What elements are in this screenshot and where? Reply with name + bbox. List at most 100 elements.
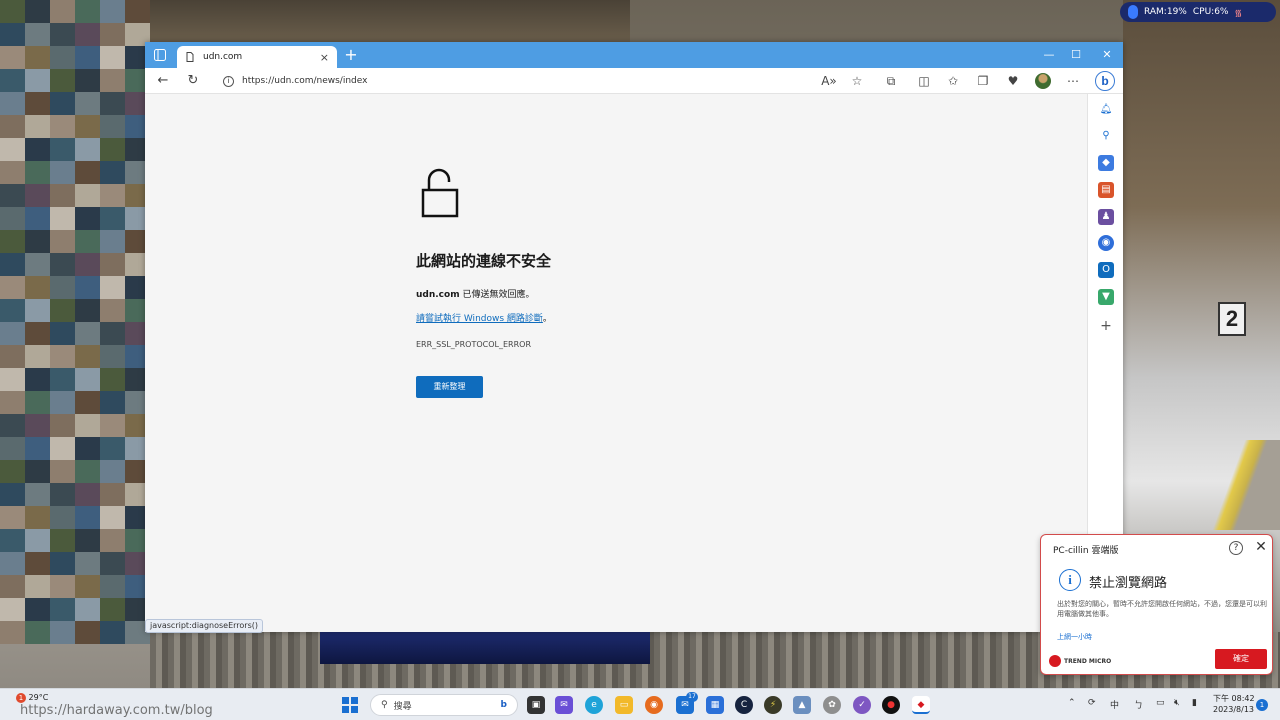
mosaic-tile [75,506,100,529]
microsoft-365-icon[interactable]: ◉ [1098,235,1114,251]
taskbar-clock[interactable]: 下午 08:42 2023/8/13 [1213,693,1255,715]
help-icon[interactable]: ? [1229,541,1243,555]
reload-button[interactable]: 重新整理 [416,376,483,398]
system-monitor-widget[interactable]: RAM:19% CPU:6% ᯾ [1120,2,1276,22]
tab-title: udn.com [203,52,243,62]
mosaic-tile [25,138,50,161]
mosaic-tile [0,276,25,299]
edge-taskbar-icon[interactable]: e [585,696,603,714]
site-info-icon[interactable]: i [223,75,234,87]
tab-close-icon[interactable]: × [320,51,329,64]
mosaic-tile [50,529,75,552]
mosaic-tile [0,0,25,23]
battery-icon[interactable]: ▮ [1192,698,1197,708]
volume-muted-icon[interactable]: 🔇︎ [1174,698,1180,708]
temperature: 29°C [28,693,49,702]
tab-actions-button[interactable] [151,47,169,63]
maximize-button[interactable]: ☐ [1065,46,1087,64]
new-tab-button[interactable]: + [341,46,361,66]
ime-mode-icon[interactable]: ㄅ [1134,698,1143,711]
favorite-star-icon[interactable]: ☆ [849,73,865,89]
mosaic-tile [0,483,25,506]
start-button[interactable] [342,697,358,713]
diagnose-suffix: 。 [542,314,552,324]
mosaic-tile [75,391,100,414]
more-options-icon[interactable]: ⋯ [1065,73,1081,89]
browse-one-hour-link[interactable]: 上網一小時 [1057,632,1092,642]
mosaic-tile [100,92,125,115]
mosaic-tile [0,253,25,276]
mosaic-tile [50,414,75,437]
windows-diagnostics-link[interactable]: 請嘗試執行 Windows 網路診斷 [416,314,543,324]
file-explorer-icon[interactable]: ▭ [615,696,633,714]
back-button[interactable]: ← [153,72,173,90]
app-swirl-icon[interactable]: ✿ [823,696,841,714]
mosaic-tile [50,0,75,23]
mosaic-tile [0,115,25,138]
shopping-tag-icon[interactable]: ◆ [1098,155,1114,171]
mosaic-tile [100,230,125,253]
ime-indicator[interactable]: 中 [1110,698,1119,711]
bing-copilot-button[interactable]: b [1095,71,1115,91]
browser-essentials-icon[interactable]: ♥ [1005,73,1021,89]
app-bolt-icon[interactable]: ⚡ [764,696,782,714]
drop-icon[interactable]: ▼ [1098,289,1114,305]
trend-micro-brand: TREND MICRO [1064,657,1112,665]
refresh-button[interactable]: ↻ [183,72,203,90]
mosaic-tile [75,552,100,575]
search-icon[interactable]: ⚲ [1098,128,1114,144]
firefox-icon[interactable]: ◉ [645,696,663,714]
mosaic-tile [25,0,50,23]
search-placeholder: 搜尋 [393,701,412,712]
teams-chat-icon[interactable]: ✉ [555,696,573,714]
close-window-button[interactable]: ✕ [1096,46,1118,64]
weather-widget[interactable]: 1 29°C [16,693,48,703]
profile-avatar[interactable] [1035,73,1051,89]
collections-icon[interactable]: ❐ [975,73,991,89]
minimize-button[interactable]: — [1038,46,1060,64]
mosaic-tile [25,253,50,276]
add-sidebar-app-icon[interactable]: + [1098,318,1114,334]
address-bar[interactable]: i https://udn.com/news/index [213,71,883,91]
mosaic-tile [75,207,100,230]
mosaic-tile [0,92,25,115]
browser-tab[interactable]: udn.com × [177,46,337,68]
mosaic-tile [75,345,100,368]
tools-briefcase-icon[interactable]: ▤ [1098,182,1114,198]
mosaic-tile [0,437,25,460]
popup-close-button[interactable]: ✕ [1253,539,1269,555]
taskbar-search[interactable]: ⚲ 搜尋 b [370,694,518,716]
outlook-icon[interactable]: O [1098,262,1114,278]
tray-app-icon[interactable]: ⟳ [1088,698,1096,708]
display-icon[interactable]: ▭ [1156,698,1165,708]
mosaic-tile [25,207,50,230]
mosaic-tile [25,391,50,414]
read-aloud-icon[interactable]: A» [821,73,837,89]
notification-bell-icon[interactable]: 🔔︎ [1098,102,1114,118]
notification-badge[interactable]: 1 [1256,699,1268,711]
extensions-icon[interactable]: ⧉ [883,73,899,89]
trend-micro-taskbar-icon[interactable]: ◆ [912,696,930,714]
mosaic-tile [100,575,125,598]
mosaic-tile [0,621,25,644]
mosaic-tile [25,437,50,460]
mosaic-tile [75,138,100,161]
show-hidden-icons-icon[interactable]: ⌃ [1068,698,1076,708]
mail-badge: 17 [686,692,698,702]
games-icon[interactable]: ♟ [1098,209,1114,225]
mosaic-tile [25,598,50,621]
mosaic-tile [100,115,125,138]
task-view-icon[interactable]: ▣ [527,696,545,714]
photos-icon[interactable]: ▲ [793,696,811,714]
split-screen-icon[interactable]: ◫ [916,73,932,89]
store-icon[interactable]: ▦ [706,696,724,714]
app-c-icon[interactable]: C [735,696,753,714]
mosaic-tile [25,69,50,92]
favorites-icon[interactable]: ✩ [945,73,961,89]
mosaic-tile [75,253,100,276]
error-description-text: 已傳送無效回應。 [459,290,535,300]
confirm-button[interactable]: 確定 [1215,649,1267,669]
app-red-dot-icon[interactable]: ● [882,696,900,714]
pc-cillin-notification: PC-cillin 雲端版 ? ✕ i 禁止瀏覽網路 出於對您的關心，暫時不允許… [1040,534,1273,675]
app-check-icon[interactable]: ✓ [853,696,871,714]
